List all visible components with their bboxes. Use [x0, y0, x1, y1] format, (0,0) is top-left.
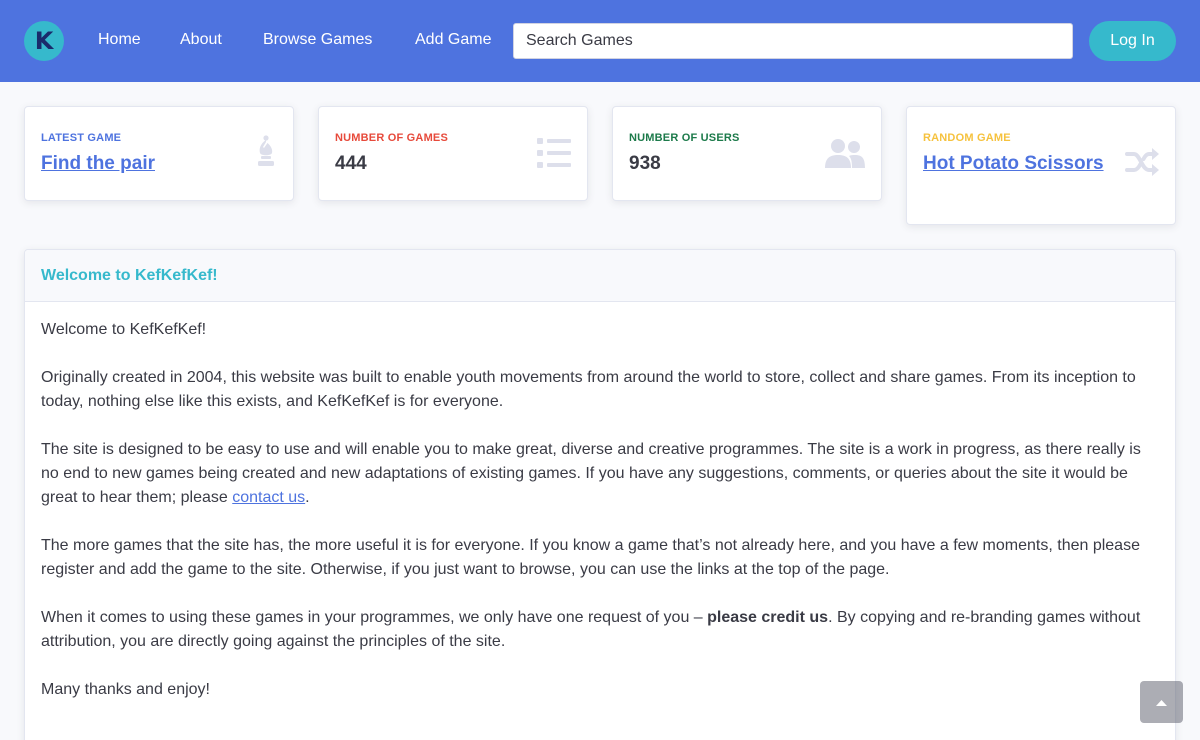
design-paragraph: The site is designed to be easy to use a…: [41, 438, 1159, 510]
logo-letter: K: [34, 27, 54, 55]
card-label: Latest Game: [41, 132, 122, 144]
card-label: Random Game: [923, 132, 1011, 144]
latest-game-link[interactable]: Find the pair: [41, 152, 155, 176]
number-of-users-card: Number of Users 938: [612, 106, 882, 201]
random-game-card: Random Game Hot Potato Scissors: [906, 106, 1176, 225]
credit-text: When it comes to using these games in yo…: [41, 609, 708, 626]
design-text: The site is designed to be easy to use a…: [41, 441, 1141, 506]
site-logo[interactable]: K: [24, 21, 64, 61]
users-icon: [825, 138, 865, 173]
card-label: Number of Users: [629, 132, 740, 144]
thanks-paragraph: Many thanks and enjoy!: [41, 681, 210, 698]
nav-browse-games-link[interactable]: Browse Games: [263, 29, 372, 51]
welcome-panel: Welcome to KefKefKef! Welcome to KefKefK…: [24, 249, 1176, 740]
design-text-end: .: [305, 489, 310, 506]
top-navbar: K Home About Browse Games Add Game Log I…: [0, 0, 1200, 82]
credit-paragraph: When it comes to using these games in yo…: [41, 606, 1159, 654]
welcome-panel-header: Welcome to KefKefKef!: [25, 250, 1175, 302]
welcome-body: Welcome to KefKefKef! Originally created…: [41, 318, 1159, 726]
users-count: 938: [629, 153, 661, 174]
login-button[interactable]: Log In: [1089, 21, 1176, 61]
card-label: Number of Games: [335, 132, 448, 144]
credit-emphasis: please credit us: [707, 609, 829, 626]
chevron-up-icon: [1156, 700, 1167, 706]
scroll-to-top-button[interactable]: [1140, 681, 1183, 723]
history-paragraph: Originally created in 2004, this website…: [41, 369, 1136, 410]
shuffle-icon[interactable]: [1125, 147, 1159, 182]
welcome-title: Welcome to KefKefKef!: [41, 267, 218, 284]
games-count: 444: [335, 153, 367, 174]
search-input[interactable]: [513, 23, 1073, 59]
latest-game-card: Latest Game Find the pair: [24, 106, 294, 201]
contact-us-link[interactable]: contact us: [232, 489, 305, 506]
nav-about-link[interactable]: About: [180, 29, 222, 51]
random-game-link[interactable]: Hot Potato Scissors: [923, 152, 1113, 176]
list-icon: [537, 138, 571, 173]
contribute-paragraph: The more games that the site has, the mo…: [41, 537, 1140, 578]
nav-add-game-link[interactable]: Add Game: [415, 29, 491, 51]
nav-home-link[interactable]: Home: [98, 29, 141, 51]
chess-bishop-icon: [255, 135, 277, 174]
number-of-games-card: Number of Games 444: [318, 106, 588, 201]
welcome-paragraph: Welcome to KefKefKef!: [41, 321, 207, 338]
